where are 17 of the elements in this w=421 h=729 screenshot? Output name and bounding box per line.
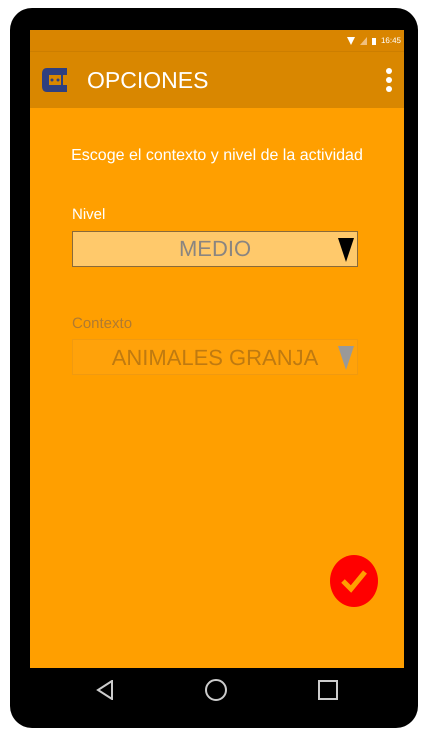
dropdown-arrow-icon [338,238,354,262]
dropdown-arrow-icon [338,346,354,370]
checkmark-icon [340,569,368,593]
recents-icon[interactable] [318,680,338,700]
screen-title: OPCIONES [87,66,210,95]
dropdown[interactable]: MEDIO [72,230,358,266]
battery-icon [372,36,376,44]
app-logo-icon [41,66,69,94]
status-time: 16:45 [380,34,401,46]
field-label: Nivel [72,205,106,225]
field-label: Contexto [72,314,134,334]
instruction-text: Escoge el contexto y nivel de la actividad [70,146,364,166]
signal-icon [360,36,367,44]
wifi-icon [346,36,355,44]
back-icon[interactable] [96,680,114,700]
home-icon[interactable] [204,679,227,701]
more-options-icon[interactable] [385,68,393,92]
